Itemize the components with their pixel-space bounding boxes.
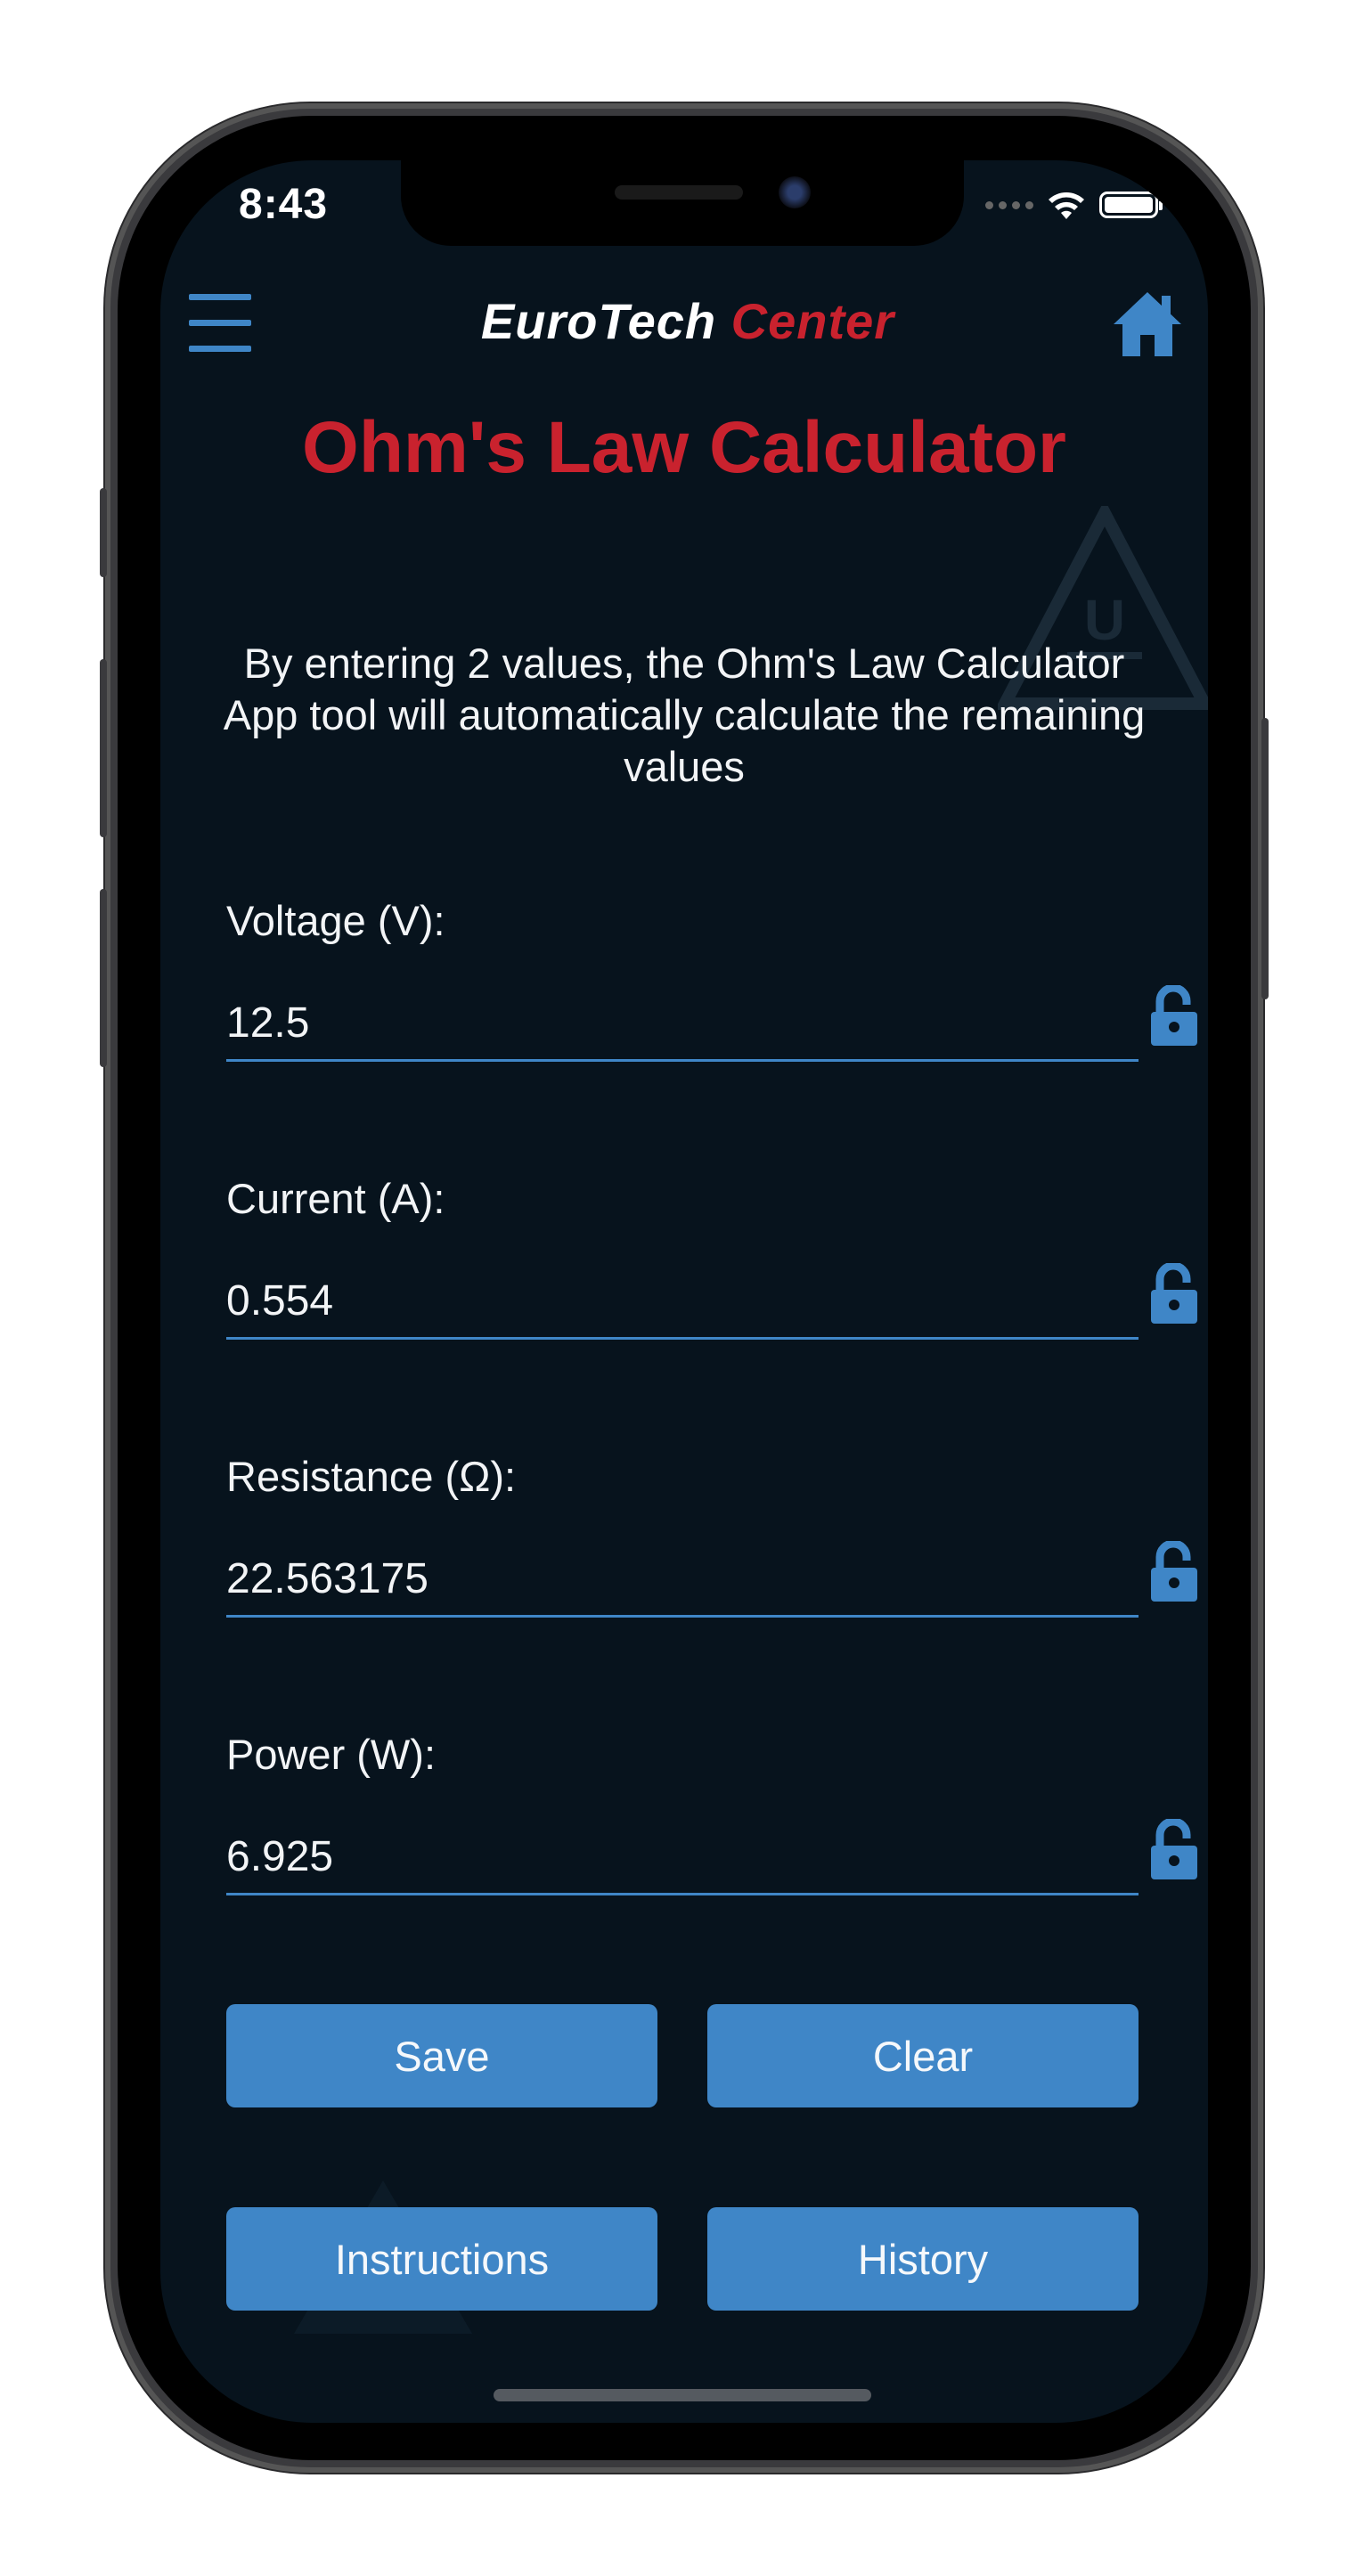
- battery-icon: [1099, 192, 1163, 218]
- status-time: 8:43: [239, 181, 329, 228]
- notch: [401, 160, 964, 246]
- wifi-icon: [1049, 192, 1084, 219]
- resistance-lock-icon[interactable]: [1147, 1541, 1201, 1603]
- page-title: Ohm's Law Calculator: [302, 407, 1066, 488]
- clear-button[interactable]: Clear: [707, 2004, 1139, 2107]
- brand-logo-part1: EuroTech: [480, 293, 717, 349]
- voltage-input[interactable]: [226, 987, 1139, 1062]
- app-screen: U 8:43 EuroTech Center Ohm's Law Calcula…: [160, 160, 1208, 2423]
- status-icons: [985, 187, 1163, 223]
- power-input[interactable]: [226, 1821, 1139, 1895]
- home-icon[interactable]: [1112, 289, 1183, 360]
- history-button[interactable]: History: [707, 2207, 1139, 2311]
- voltage-label: Voltage (V):: [226, 897, 445, 944]
- side-button-power: [1261, 718, 1269, 999]
- side-button-volume-down: [100, 889, 107, 1067]
- cellular-signal-icon: [985, 200, 1033, 209]
- side-button-volume-up: [100, 659, 107, 837]
- home-indicator[interactable]: [494, 2389, 871, 2401]
- power-lock-icon[interactable]: [1147, 1819, 1201, 1881]
- current-label: Current (A):: [226, 1175, 445, 1222]
- voltage-field: Voltage (V):: [226, 894, 1197, 1062]
- instructions-button[interactable]: Instructions: [226, 2207, 657, 2311]
- resistance-label: Resistance (Ω):: [226, 1453, 517, 1500]
- current-field: Current (A):: [226, 1172, 1197, 1340]
- resistance-input[interactable]: [226, 1543, 1139, 1618]
- description-text: By entering 2 values, the Ohm's Law Calc…: [223, 640, 1146, 790]
- power-label: Power (W):: [226, 1731, 436, 1778]
- current-input[interactable]: [226, 1265, 1139, 1340]
- speaker-grille: [615, 185, 743, 200]
- voltage-lock-icon[interactable]: [1147, 985, 1201, 1048]
- brand-logo-part2: Center: [730, 293, 895, 349]
- current-lock-icon[interactable]: [1147, 1263, 1201, 1325]
- brand-logo: EuroTech Center: [412, 292, 964, 350]
- resistance-field: Resistance (Ω):: [226, 1450, 1197, 1618]
- front-camera: [779, 176, 811, 208]
- save-button[interactable]: Save: [226, 2004, 657, 2107]
- power-field: Power (W):: [226, 1728, 1197, 1895]
- hamburger-menu-icon[interactable]: [189, 294, 251, 353]
- side-button-silent: [100, 488, 107, 577]
